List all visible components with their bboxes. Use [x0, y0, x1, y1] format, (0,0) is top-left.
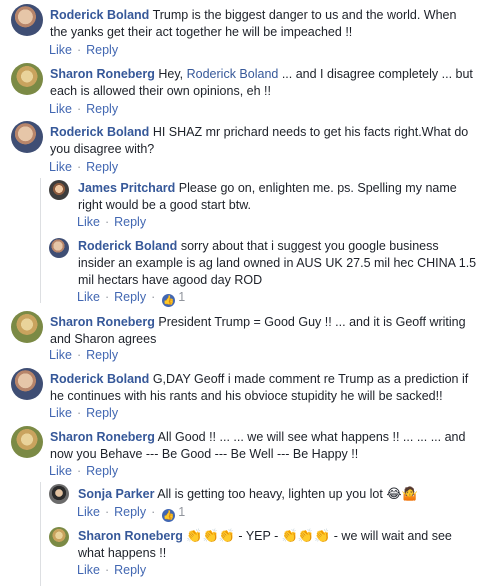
- comment-actions: Like · Reply: [49, 406, 118, 420]
- commenter-name[interactable]: James Pritchard: [78, 181, 175, 195]
- reply: Sonja Parker All is getting too heavy, l…: [49, 483, 481, 522]
- separator: ·: [76, 406, 82, 420]
- comment-body: James Pritchard Please go on, enlighten …: [78, 180, 478, 214]
- reply-link[interactable]: Reply: [86, 464, 118, 478]
- like-link[interactable]: Like: [49, 348, 72, 362]
- commenter-name[interactable]: Roderick Boland: [50, 125, 149, 139]
- separator: ·: [151, 290, 156, 304]
- separator: ·: [151, 505, 156, 519]
- comment: Roderick Boland Trump is the biggest dan…: [11, 4, 481, 60]
- comment-actions: Like · Reply: [49, 348, 118, 362]
- clapping-hands-icon: 👏👏👏: [186, 528, 235, 543]
- comment: Sharon Roneberg All Good !! ... ... we w…: [11, 426, 481, 482]
- comment-body: Sharon Roneberg All Good !! ... ... we w…: [50, 429, 475, 463]
- comment-body: Roderick Boland G,DAY Geoff i made comme…: [50, 371, 475, 405]
- avatar[interactable]: [49, 484, 69, 504]
- comment-actions: Like · Reply: [49, 43, 118, 57]
- reply-link[interactable]: Reply: [86, 102, 118, 116]
- like-count[interactable]: 1: [178, 290, 185, 304]
- laughing-shrug-emoji-icon: 😂🤷: [386, 486, 418, 501]
- comment-feed: Roderick Boland Trump is the biggest dan…: [0, 0, 484, 586]
- thumbs-up-icon[interactable]: 👍: [162, 509, 176, 522]
- comment-body: Sharon Roneberg President Trump = Good G…: [50, 314, 475, 348]
- separator: ·: [104, 215, 110, 229]
- avatar[interactable]: [49, 180, 69, 200]
- like-link[interactable]: Like: [77, 505, 100, 519]
- reply-link[interactable]: Reply: [86, 160, 118, 174]
- comment-body: Sonja Parker All is getting too heavy, l…: [78, 485, 478, 503]
- comment-body: Roderick Boland sorry about that i sugge…: [78, 238, 478, 289]
- like-link[interactable]: Like: [49, 160, 72, 174]
- reply: Roderick Boland sorry about that i sugge…: [49, 235, 481, 307]
- separator: ·: [76, 464, 82, 478]
- like-link[interactable]: Like: [77, 290, 100, 304]
- separator: ·: [76, 348, 82, 362]
- comment-actions: Like · Reply: [49, 102, 118, 116]
- comment: Roderick Boland HI SHAZ mr prichard need…: [11, 121, 481, 177]
- comment-actions: Like · Reply · 👍 1: [77, 290, 185, 307]
- avatar[interactable]: [11, 4, 43, 36]
- comment-actions: Like · Reply · 👍 1: [77, 505, 185, 522]
- comment-actions: Like · Reply: [77, 563, 146, 577]
- like-count[interactable]: 1: [178, 505, 185, 519]
- reply-link[interactable]: Reply: [86, 406, 118, 420]
- avatar[interactable]: [49, 238, 69, 258]
- avatar[interactable]: [11, 368, 43, 400]
- comment-actions: Like · Reply: [77, 215, 146, 229]
- commenter-name[interactable]: Sharon Roneberg: [50, 315, 155, 329]
- commenter-name[interactable]: Sharon Roneberg: [78, 529, 183, 543]
- comment-actions: Like · Reply: [49, 160, 118, 174]
- commenter-name[interactable]: Sharon Roneberg: [50, 430, 155, 444]
- like-link[interactable]: Like: [77, 215, 100, 229]
- separator: ·: [104, 505, 110, 519]
- reply-thread-line: [40, 178, 41, 303]
- separator: ·: [76, 102, 82, 116]
- avatar[interactable]: [49, 527, 69, 547]
- avatar[interactable]: [11, 426, 43, 458]
- separator: ·: [104, 290, 110, 304]
- avatar[interactable]: [11, 311, 43, 343]
- like-link[interactable]: Like: [49, 464, 72, 478]
- comment: Sharon Roneberg President Trump = Good G…: [11, 311, 481, 367]
- commenter-name[interactable]: Roderick Boland: [78, 239, 177, 253]
- like-link[interactable]: Like: [49, 43, 72, 57]
- reply-link[interactable]: Reply: [114, 290, 146, 304]
- comment: Roderick Boland G,DAY Geoff i made comme…: [11, 368, 481, 424]
- like-link[interactable]: Like: [49, 102, 72, 116]
- separator: ·: [76, 43, 82, 57]
- comment-actions: Like · Reply: [49, 464, 118, 478]
- avatar[interactable]: [11, 63, 43, 95]
- reply: Sharon Roneberg 👏👏👏 - YEP - 👏👏👏 - we wil…: [49, 525, 481, 583]
- reply-link[interactable]: Reply: [114, 215, 146, 229]
- reply-link[interactable]: Reply: [114, 563, 146, 577]
- reply-link[interactable]: Reply: [86, 43, 118, 57]
- comment-text: Hey,: [158, 67, 184, 81]
- comment: Sharon Roneberg Hey, Roderick Boland ...…: [11, 63, 481, 119]
- like-link[interactable]: Like: [49, 406, 72, 420]
- separator: ·: [104, 563, 110, 577]
- commenter-name[interactable]: Sonja Parker: [78, 487, 154, 501]
- reply-thread-line: [40, 482, 41, 586]
- comment-body: Roderick Boland HI SHAZ mr prichard need…: [50, 124, 475, 158]
- commenter-name[interactable]: Roderick Boland: [50, 372, 149, 386]
- commenter-name[interactable]: Sharon Roneberg: [50, 67, 155, 81]
- comment-text: All is getting too heavy, lighten up you…: [157, 487, 383, 501]
- reply: James Pritchard Please go on, enlighten …: [49, 178, 481, 234]
- like-link[interactable]: Like: [77, 563, 100, 577]
- mention-link[interactable]: Roderick Boland: [187, 67, 279, 81]
- separator: ·: [76, 160, 82, 174]
- reply-link[interactable]: Reply: [114, 505, 146, 519]
- clapping-hands-icon: 👏👏👏: [281, 528, 331, 543]
- comment-body: Sharon Roneberg Hey, Roderick Boland ...…: [50, 66, 475, 100]
- avatar[interactable]: [11, 121, 43, 153]
- commenter-name[interactable]: Roderick Boland: [50, 8, 149, 22]
- reply-link[interactable]: Reply: [86, 348, 118, 362]
- comment-text: - YEP -: [238, 529, 279, 543]
- thumbs-up-icon[interactable]: 👍: [162, 294, 176, 307]
- comment-body: Roderick Boland Trump is the biggest dan…: [50, 7, 475, 41]
- comment-body: Sharon Roneberg 👏👏👏 - YEP - 👏👏👏 - we wil…: [78, 527, 478, 562]
